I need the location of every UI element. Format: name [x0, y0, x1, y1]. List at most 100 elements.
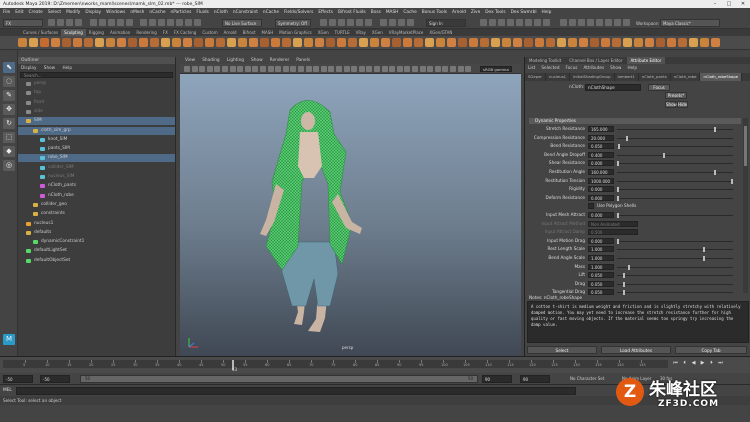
shelf-tab[interactable]: VRay — [353, 29, 369, 36]
lasso-tool-icon[interactable]: ◌ — [3, 76, 15, 87]
shelf-tool-icon[interactable] — [513, 38, 522, 47]
menu-arnold[interactable]: Arnold — [452, 10, 466, 15]
status-line-icon[interactable] — [507, 19, 514, 26]
attribute-value-field[interactable]: 0.050 — [588, 289, 614, 296]
attribute-slider-track[interactable] — [617, 197, 733, 199]
viewport-tool-icon[interactable] — [191, 66, 198, 72]
focus-button[interactable]: Focus — [648, 84, 670, 91]
menu-display[interactable]: Display — [85, 10, 101, 15]
outliner-menu-help[interactable]: Help — [62, 65, 72, 70]
panel-tab[interactable]: Channel Box / Layer Editor — [565, 57, 626, 64]
node-tab[interactable]: nCloth_robeShape — [700, 73, 743, 81]
shelf-tab[interactable]: FX Caching — [171, 29, 199, 36]
shelf-tool-icon[interactable] — [304, 38, 313, 47]
viewport-tool-icon[interactable] — [412, 66, 418, 72]
shelf-tab[interactable]: Rendering — [133, 29, 159, 36]
play-back-icon[interactable]: ◀ — [690, 359, 697, 367]
outliner-search-input[interactable]: Search... — [20, 72, 173, 78]
shelf-tool-icon[interactable] — [469, 38, 478, 47]
shelf-tool-icon[interactable] — [282, 38, 291, 47]
status-line-icon[interactable] — [167, 19, 174, 26]
minimize-icon[interactable]: – — [708, 0, 722, 8]
shelf-tool-icon[interactable] — [535, 38, 544, 47]
shelf-tool-icon[interactable] — [183, 38, 192, 47]
status-line-icon[interactable] — [578, 19, 585, 26]
status-line-icon[interactable] — [158, 19, 165, 26]
menu-fields-solvers[interactable]: Fields/Solvers — [284, 10, 313, 15]
outliner-item[interactable]: SIM — [18, 117, 175, 126]
playback-end-field[interactable]: 90 — [482, 375, 512, 383]
viewport-tool-icon[interactable] — [465, 66, 472, 72]
status-line-icon[interactable] — [57, 19, 64, 26]
menu-bonus-tools[interactable]: Bonus Tools — [422, 10, 447, 15]
shelf-tool-icon[interactable] — [337, 38, 346, 47]
attribute-value-field[interactable]: 0.000 — [588, 237, 614, 244]
outliner-item[interactable]: top — [18, 89, 175, 97]
viewport-tool-icon[interactable] — [229, 66, 236, 72]
attribute-slider-knob[interactable] — [731, 178, 733, 184]
presets-button[interactable]: Presets* — [665, 92, 687, 99]
status-line-icon[interactable] — [194, 19, 201, 26]
status-line-icon[interactable] — [48, 19, 55, 26]
paint-select-icon[interactable]: ✎ — [3, 90, 15, 101]
shelf-tool-icon[interactable] — [161, 38, 170, 47]
status-line-icon[interactable] — [75, 19, 82, 26]
symmetry-dropdown[interactable]: Symmetry: Off — [275, 19, 311, 27]
shelf-tool-icon[interactable] — [612, 38, 621, 47]
status-line-icon[interactable] — [605, 19, 612, 26]
live-surface-button[interactable]: No Live Surface — [222, 19, 262, 27]
shelf-tool-icon[interactable] — [73, 38, 82, 47]
status-line-icon[interactable] — [398, 19, 405, 26]
attribute-slider-knob[interactable] — [702, 247, 705, 253]
menu-zive[interactable]: Zive — [471, 10, 480, 15]
attribute-slider-knob[interactable] — [617, 195, 619, 201]
status-line-icon[interactable] — [108, 19, 115, 26]
shelf-tool-icon[interactable] — [634, 38, 643, 47]
outliner-item[interactable]: defaultLightSet — [18, 247, 175, 255]
attribute-slider-track[interactable] — [617, 292, 733, 294]
outliner-item[interactable]: nCloth_pants — [18, 182, 175, 190]
attribute-slider-track[interactable] — [617, 249, 733, 251]
range-slider-bar[interactable]: 50 50 — [80, 375, 478, 383]
attribute-value-field[interactable]: 20.000 — [588, 134, 614, 141]
play-forward-icon[interactable]: ▶ — [699, 359, 706, 367]
end-time-field[interactable]: 90 — [520, 375, 550, 383]
attribute-slider-track[interactable] — [617, 266, 733, 268]
outliner-item[interactable]: robe_SIM — [18, 154, 175, 163]
hide-button[interactable]: Hide — [677, 101, 688, 108]
menu-nparticles[interactable]: nParticles — [171, 10, 192, 15]
workspace-dropdown[interactable]: Maya Classic* — [660, 19, 720, 27]
status-line-icon[interactable] — [534, 19, 541, 26]
status-line-icon[interactable] — [140, 19, 147, 26]
attribute-slider-track[interactable] — [617, 215, 733, 216]
attribute-value-field[interactable]: 1.000 — [588, 246, 614, 253]
attribute-value-field[interactable]: 0.000 — [588, 212, 614, 218]
menu-boss[interactable]: Boss — [371, 10, 381, 15]
step-forward-icon[interactable]: ⏵ — [708, 359, 715, 367]
menu-help[interactable]: Help — [542, 10, 552, 15]
status-line-icon[interactable] — [117, 19, 124, 26]
attribute-menu-item[interactable]: Show — [610, 65, 621, 70]
shelf-tab[interactable]: Arnold — [221, 29, 240, 36]
status-line-icon[interactable] — [356, 19, 363, 26]
viewport-tool-icon[interactable] — [328, 66, 335, 72]
shelf-tool-icon[interactable] — [524, 38, 533, 47]
attribute-slider-knob[interactable] — [662, 152, 665, 158]
node-tab[interactable]: nCloth_robe — [671, 73, 701, 81]
shelf-tool-icon[interactable] — [623, 38, 632, 47]
node-tab[interactable]: SGeper — [525, 73, 546, 81]
maximize-icon[interactable]: □ — [722, 0, 736, 8]
status-line-icon[interactable] — [498, 19, 505, 26]
shelf-tool-icon[interactable] — [194, 38, 203, 47]
copy-tab-button[interactable]: Copy Tab — [675, 346, 747, 354]
shelf-tool-icon[interactable] — [403, 38, 412, 47]
menu-ncache[interactable]: nCache — [263, 10, 279, 15]
attribute-slider-track[interactable] — [617, 146, 733, 148]
shelf-tool-icon[interactable] — [491, 38, 500, 47]
shelf-tool-icon[interactable] — [436, 38, 445, 47]
outliner-item[interactable]: constraints — [18, 210, 175, 218]
outliner-item[interactable]: pants_SIM — [18, 145, 175, 153]
viewport-tool-icon[interactable] — [366, 66, 373, 72]
attribute-slider-track[interactable] — [617, 180, 733, 182]
attribute-slider-track[interactable] — [617, 275, 733, 277]
